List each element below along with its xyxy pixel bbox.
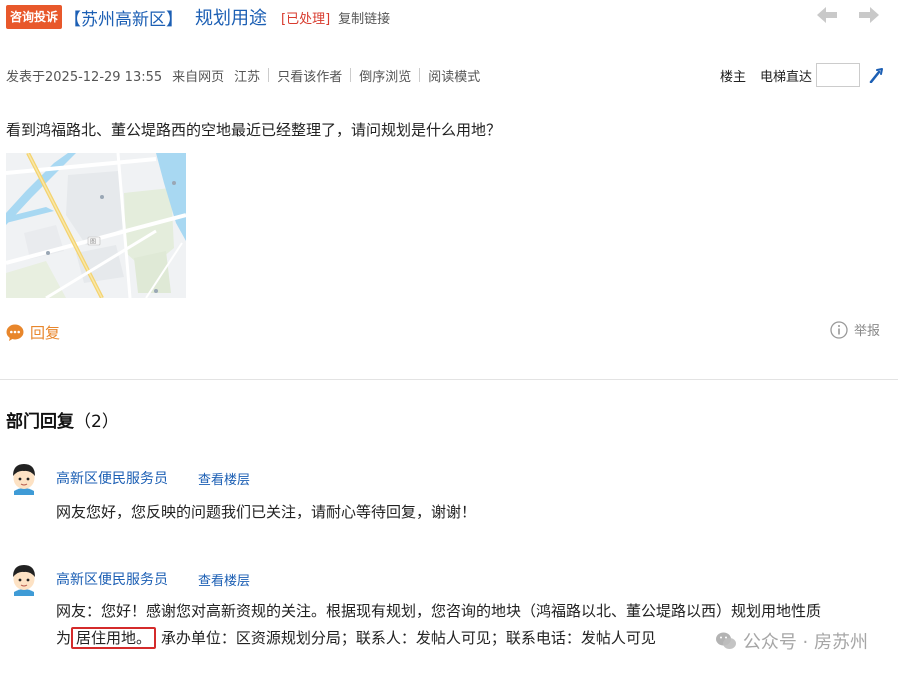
reply-body-prefix: 为 (56, 629, 72, 647)
section-divider (0, 379, 898, 380)
watermark-text: 公众号 · 房苏州 (742, 632, 868, 653)
category-badge[interactable]: 咨询投诉 (6, 5, 63, 29)
floor-number-input[interactable] (816, 63, 860, 87)
post-location: 江苏 (234, 69, 261, 85)
post-meta: 发表于2025-12-29 13:55 来自网页 江苏 只看该作者 倒序浏览 阅… (6, 63, 884, 87)
replier-name[interactable]: 高新区便民服务员 (56, 468, 168, 488)
department-replies-heading: 部门回复（2） (6, 407, 119, 432)
speech-bubble-icon (6, 324, 24, 341)
view-floor-link[interactable]: 查看楼层 (198, 469, 250, 488)
avatar[interactable] (8, 461, 40, 495)
reply-body-rest: 承办单位：区资源规划分局；联系人：发帖人可见；联系电话：发帖人可见 (160, 629, 656, 647)
next-thread-icon[interactable] (858, 6, 880, 24)
reply-body-line: 网友：您好！感谢您对高新资规的关注。根据现有规划，您咨询的地块（鸿福路以北、董公… (56, 602, 822, 620)
map-image[interactable]: 图 (6, 153, 186, 298)
elevator-label: 电梯直达 (759, 69, 812, 85)
reply-item: 高新区便民服务员 查看楼层 网友您好，您反映的问题我们已关注，请耐心等待回复，谢… (8, 461, 888, 526)
report-button[interactable]: 举报 (830, 320, 880, 339)
info-icon (830, 320, 848, 339)
floor-owner-label: 楼主 (719, 69, 746, 85)
view-floor-link[interactable]: 查看楼层 (198, 570, 250, 589)
thread-subject[interactable]: 规划用途 (195, 4, 267, 30)
reverse-order-link[interactable]: 倒序浏览 (359, 66, 411, 85)
highlighted-answer: 居住用地。 (71, 627, 157, 649)
region-link[interactable]: 【苏州高新区】 (64, 5, 183, 30)
previous-thread-icon[interactable] (816, 6, 838, 24)
thread-nav (816, 6, 880, 24)
post-content: 看到鸿福路北、董公堤路西的空地最近已经整理了，请问规划是什么用地？ (6, 121, 502, 139)
status-badge: [已处理] (281, 11, 331, 27)
avatar[interactable] (8, 562, 40, 596)
divider (350, 68, 352, 82)
report-label: 举报 (853, 324, 880, 339)
divider (268, 68, 270, 82)
copy-link-button[interactable]: 复制链接 (338, 8, 390, 27)
post-source: 来自网页 (172, 69, 225, 85)
map-marker-label: 图 (90, 239, 96, 246)
reply-body: 网友您好，您反映的问题我们已关注，请耐心等待回复，谢谢！ (56, 503, 477, 521)
replier-name[interactable]: 高新区便民服务员 (56, 569, 168, 589)
reply-label: 回复 (30, 324, 61, 342)
post-time: 发表于2025-12-29 13:55 (6, 69, 163, 85)
reply-button[interactable]: 回复 (6, 322, 60, 343)
section-title-text: 部门回复 (6, 412, 74, 432)
thread-title-row: 咨询投诉 【苏州高新区】 规划用途 [已处理] 复制链接 (6, 4, 390, 30)
wechat-icon (715, 632, 736, 649)
watermark: 公众号 · 房苏州 (715, 628, 868, 654)
divider (419, 68, 421, 82)
reply-header: 高新区便民服务员 查看楼层 (8, 562, 888, 596)
floor-controls: 楼主 电梯直达 (720, 63, 884, 87)
reading-mode-link[interactable]: 阅读模式 (428, 66, 480, 85)
goto-floor-icon[interactable] (868, 67, 884, 83)
only-author-link[interactable]: 只看该作者 (277, 66, 342, 85)
reply-header: 高新区便民服务员 查看楼层 (8, 461, 888, 495)
reply-count: （2） (74, 412, 119, 432)
